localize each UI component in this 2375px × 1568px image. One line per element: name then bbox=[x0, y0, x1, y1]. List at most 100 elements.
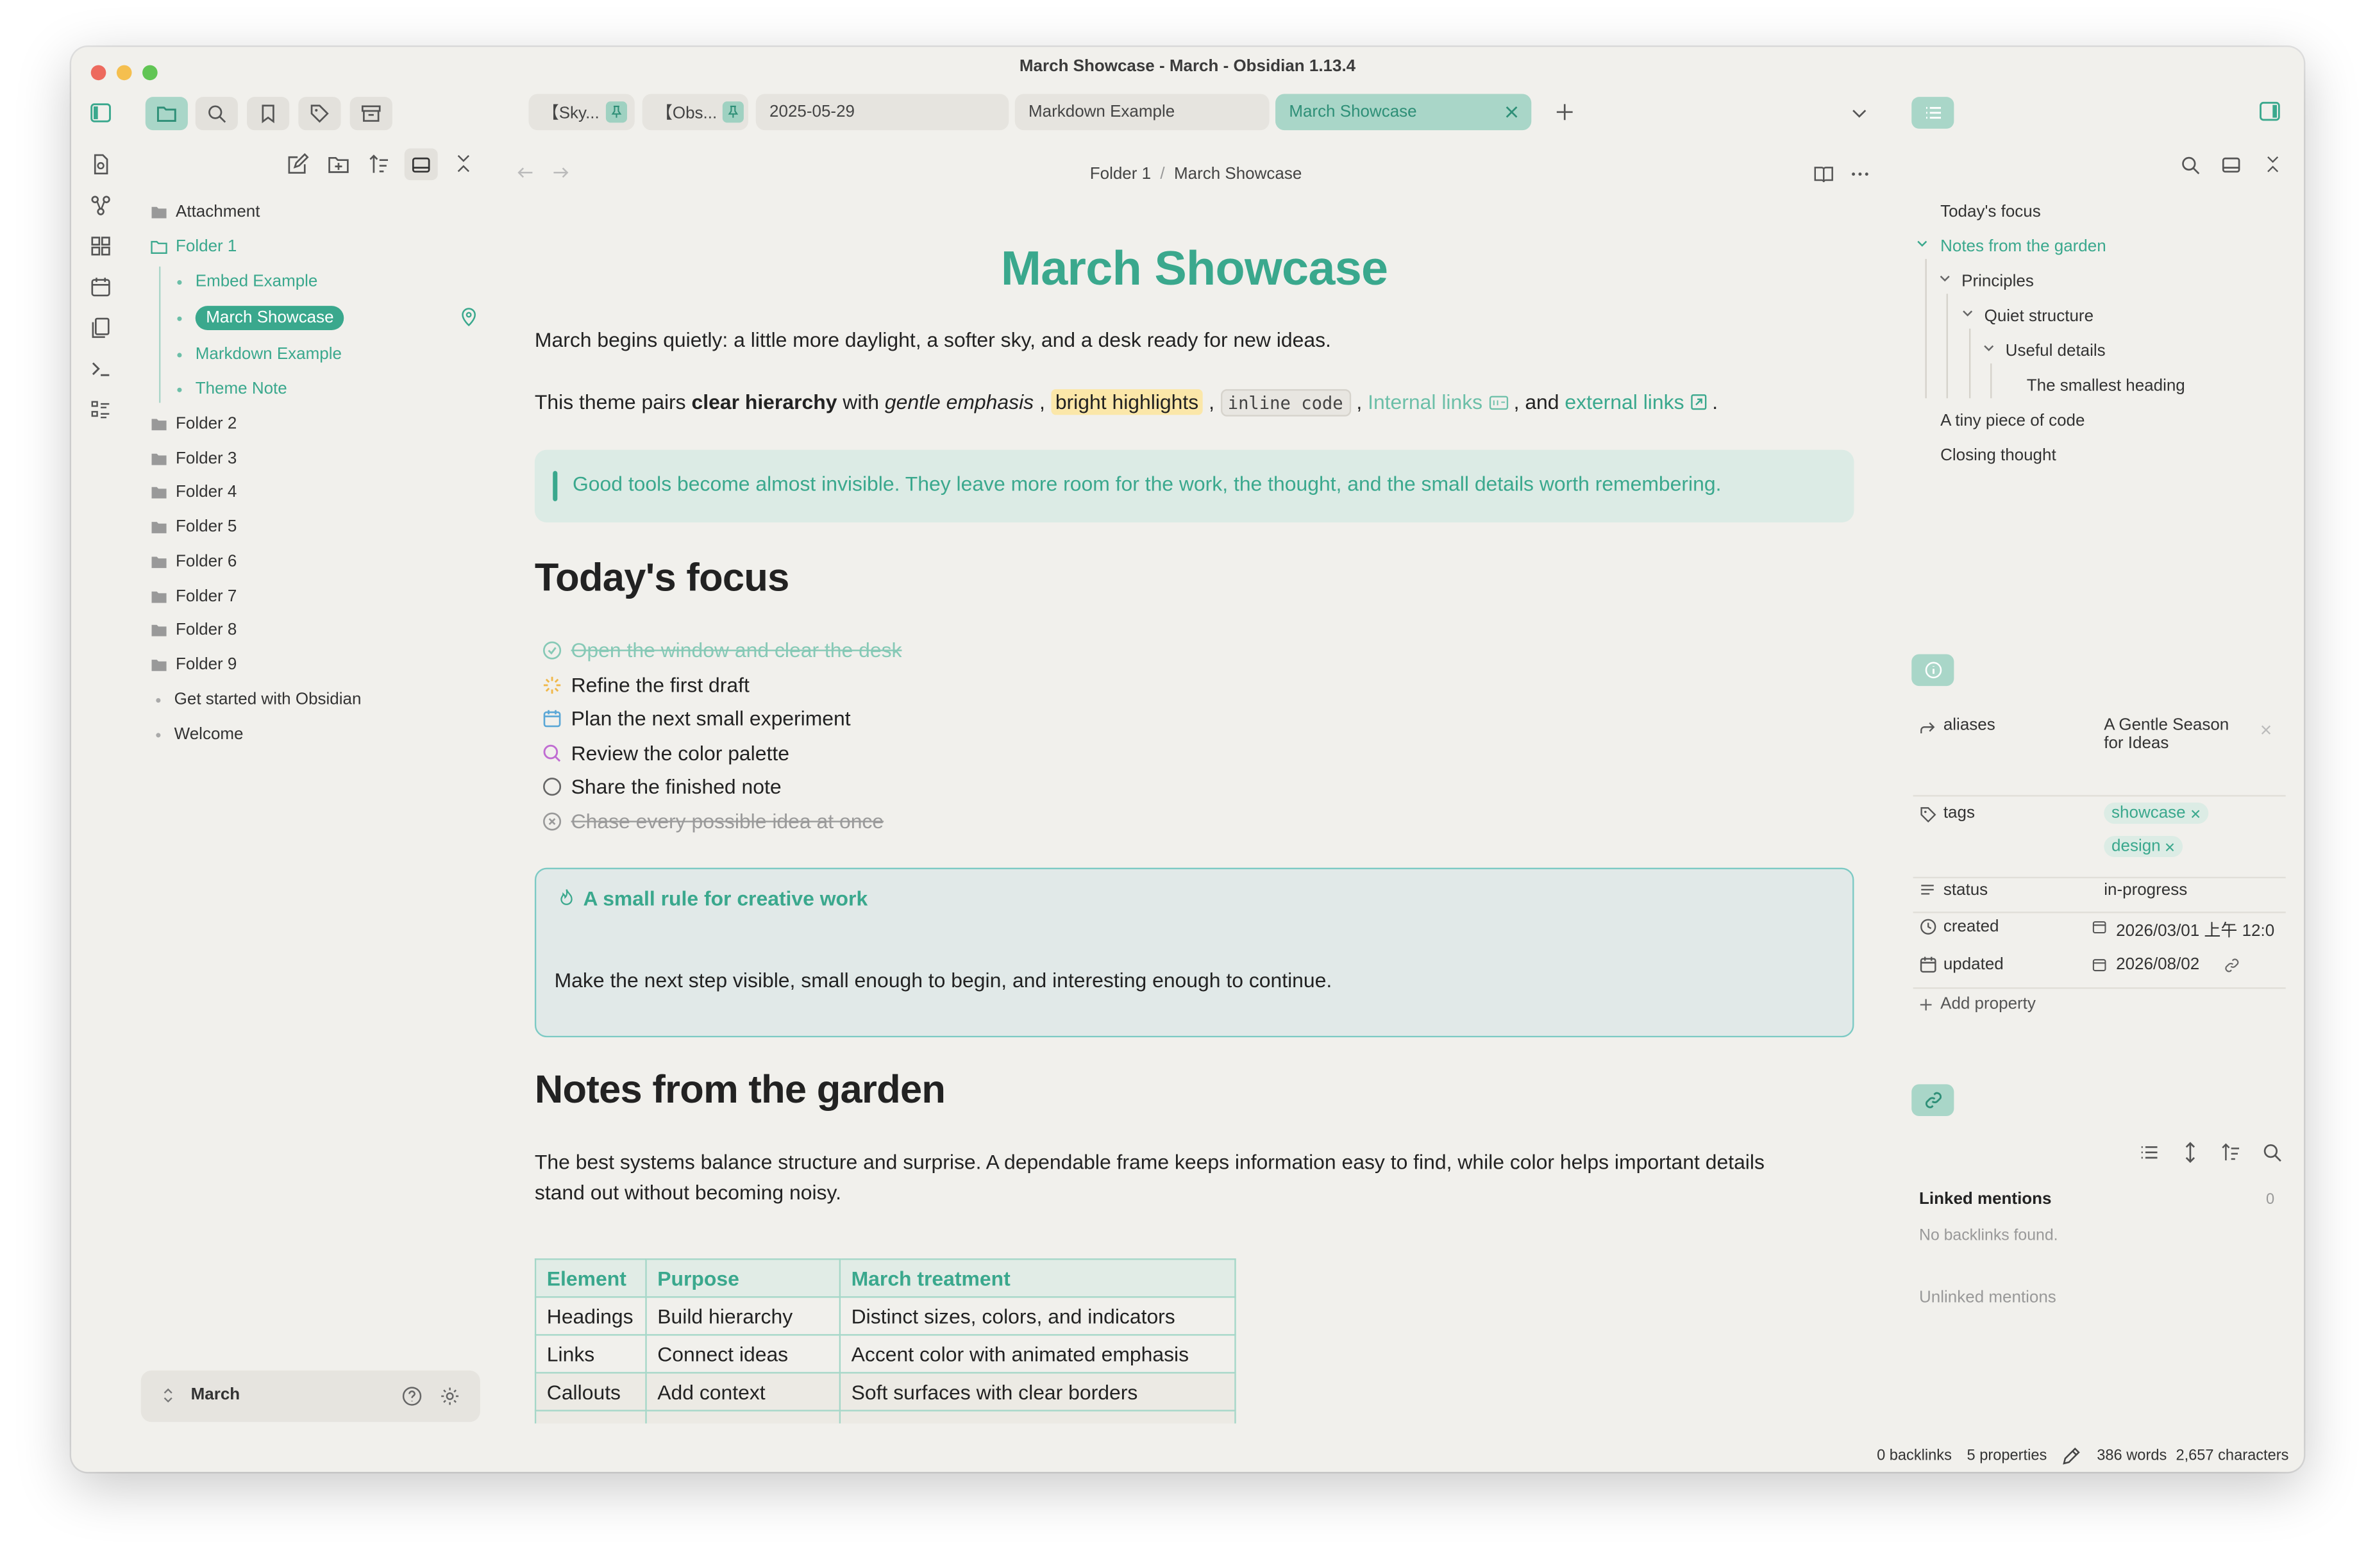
status-value[interactable]: in-progress bbox=[2104, 881, 2187, 899]
property-aliases[interactable]: aliases A Gentle Season for Ideas bbox=[1913, 716, 2286, 792]
property-updated[interactable]: updated 2026/08/02 bbox=[1913, 951, 2286, 985]
breadcrumb-folder[interactable]: Folder 1 bbox=[1090, 165, 1151, 183]
outline-item[interactable]: Closing thought bbox=[1940, 440, 2056, 471]
empty-checkbox-circle-icon[interactable] bbox=[542, 776, 562, 796]
check-circle-icon[interactable] bbox=[542, 640, 562, 660]
canvas-icon[interactable] bbox=[87, 231, 114, 259]
outline-item[interactable]: The smallest heading bbox=[2027, 371, 2185, 401]
back-arrow-icon[interactable] bbox=[517, 163, 538, 185]
chevron-down-icon[interactable] bbox=[1939, 272, 1951, 285]
task-item[interactable]: Open the window and clear the desk bbox=[542, 635, 902, 665]
outline-search-icon[interactable] bbox=[2179, 154, 2202, 177]
chevron-down-icon[interactable] bbox=[1961, 308, 1974, 320]
pin-icon[interactable] bbox=[723, 101, 744, 123]
tree-folder[interactable]: Folder 6 bbox=[150, 547, 237, 577]
backlinks-tab-button[interactable] bbox=[1911, 1084, 1954, 1117]
outline-tab-button[interactable] bbox=[1911, 97, 1954, 129]
tree-file-welcome[interactable]: Welcome bbox=[156, 719, 244, 749]
outline-collapse-all-icon[interactable] bbox=[2263, 154, 2285, 177]
sort-icon[interactable] bbox=[368, 153, 392, 178]
cancelled-x-circle-icon[interactable] bbox=[542, 811, 562, 831]
scheduled-calendar-icon[interactable] bbox=[542, 708, 562, 728]
tree-folder[interactable]: Folder 7 bbox=[150, 581, 237, 612]
tag-chip[interactable]: showcase bbox=[2104, 803, 2209, 824]
tab-markdown-example[interactable]: Markdown Example bbox=[1014, 94, 1270, 131]
outline-item[interactable]: Quiet structure bbox=[1985, 301, 2094, 331]
outline-item[interactable]: Principles bbox=[1961, 267, 2034, 297]
tab-list-chevron-down-icon[interactable] bbox=[1849, 103, 1874, 128]
vault-switcher[interactable]: March bbox=[140, 1370, 480, 1422]
tree-folder[interactable]: Folder 5 bbox=[150, 512, 237, 542]
link-icon[interactable] bbox=[2224, 957, 2240, 974]
add-property-button[interactable]: Add property bbox=[1919, 995, 2036, 1013]
unlinked-mentions-header[interactable]: Unlinked mentions bbox=[1919, 1289, 2056, 1306]
task-item[interactable]: Refine the first draft bbox=[542, 669, 750, 699]
tree-folder[interactable]: Folder 4 bbox=[150, 477, 237, 507]
tab-sky[interactable]: 【Sky... bbox=[528, 94, 635, 131]
show-more-context-icon[interactable] bbox=[2139, 1142, 2161, 1164]
command-palette-icon[interactable] bbox=[87, 354, 114, 382]
in-progress-sparkle-icon[interactable] bbox=[542, 674, 562, 694]
linked-mentions-header[interactable]: Linked mentions bbox=[1919, 1190, 2051, 1208]
file-explorer-tab-button[interactable] bbox=[145, 97, 188, 131]
internal-link[interactable]: Internal links bbox=[1368, 390, 1508, 413]
bookmarks-tab-button[interactable] bbox=[247, 97, 290, 131]
tags-tab-button[interactable] bbox=[298, 97, 341, 131]
review-search-icon[interactable] bbox=[542, 743, 562, 763]
status-backlinks[interactable]: 0 backlinks bbox=[1877, 1447, 1952, 1464]
outline-item[interactable]: Today's focus bbox=[1940, 197, 2041, 227]
tree-file-get-started[interactable]: Get started with Obsidian bbox=[156, 685, 361, 715]
property-created[interactable]: created 2026/03/01 上午 12:0 bbox=[1913, 913, 2286, 946]
settings-gear-icon[interactable] bbox=[439, 1386, 460, 1407]
tree-folder-attachment[interactable]: Attachment bbox=[150, 197, 260, 227]
property-status[interactable]: status in-progress bbox=[1913, 875, 2286, 908]
pin-icon[interactable] bbox=[605, 101, 627, 123]
external-link[interactable]: external links bbox=[1565, 390, 1706, 413]
tree-folder[interactable]: Folder 3 bbox=[150, 444, 237, 474]
tree-file-march-showcase[interactable]: March Showcase bbox=[177, 303, 345, 333]
backlink-search-icon[interactable] bbox=[2262, 1142, 2284, 1164]
tree-folder[interactable]: Folder 2 bbox=[150, 409, 237, 439]
daily-note-calendar-icon[interactable] bbox=[87, 272, 114, 300]
toggle-left-sidebar-icon[interactable] bbox=[87, 99, 114, 126]
collapse-view-icon[interactable] bbox=[404, 148, 438, 181]
tab-march-showcase[interactable]: March Showcase bbox=[1275, 94, 1532, 131]
close-tab-icon[interactable] bbox=[1504, 104, 1520, 120]
chevron-down-icon[interactable] bbox=[1916, 238, 1928, 250]
created-value[interactable]: 2026/03/01 上午 12:0 bbox=[2116, 918, 2286, 942]
outline-item[interactable]: Notes from the garden bbox=[1940, 231, 2106, 262]
remove-x-icon[interactable] bbox=[2260, 724, 2272, 736]
new-note-icon[interactable] bbox=[286, 153, 310, 178]
open-quick-switcher-icon[interactable] bbox=[87, 150, 114, 178]
new-folder-icon[interactable] bbox=[327, 153, 351, 178]
tree-folder[interactable]: Folder 8 bbox=[150, 615, 237, 645]
updated-value[interactable]: 2026/08/02 bbox=[2116, 956, 2199, 974]
tab-2025-05-29[interactable]: 2025-05-29 bbox=[755, 94, 1009, 131]
reading-view-book-icon[interactable] bbox=[1813, 163, 1838, 188]
outline-item[interactable]: A tiny piece of code bbox=[1940, 406, 2085, 436]
location-pin-icon[interactable] bbox=[459, 308, 480, 329]
task-item[interactable]: Review the color palette bbox=[542, 737, 789, 767]
alias-value[interactable]: A Gentle Season for Ideas bbox=[2104, 716, 2229, 753]
task-item[interactable]: Plan the next small experiment bbox=[542, 703, 851, 733]
status-properties[interactable]: 5 properties bbox=[1967, 1447, 2047, 1464]
sort-icon[interactable] bbox=[2220, 1142, 2243, 1164]
more-options-icon[interactable] bbox=[1849, 163, 1874, 188]
property-tags[interactable]: tags showcase design bbox=[1913, 803, 2286, 872]
chevron-down-icon[interactable] bbox=[1983, 342, 1995, 354]
graph-view-icon[interactable] bbox=[87, 191, 114, 219]
properties-tab-button[interactable] bbox=[1911, 654, 1954, 687]
tree-folder-1[interactable]: Folder 1 bbox=[150, 231, 237, 262]
task-item[interactable]: Chase every possible idea at once bbox=[542, 806, 884, 836]
expand-vertical-icon[interactable] bbox=[2179, 1142, 2202, 1164]
tab-obs[interactable]: 【Obs... bbox=[642, 94, 748, 131]
help-icon[interactable] bbox=[401, 1386, 423, 1407]
task-item[interactable]: Share the finished note bbox=[542, 771, 782, 801]
templates-icon[interactable] bbox=[87, 313, 114, 341]
search-tab-button[interactable] bbox=[195, 97, 238, 131]
tree-file-embed-example[interactable]: Embed Example bbox=[177, 267, 317, 297]
outline-list-icon[interactable] bbox=[87, 396, 114, 423]
tree-folder[interactable]: Folder 9 bbox=[150, 649, 237, 680]
outline-collapse-view-icon[interactable] bbox=[2220, 154, 2243, 177]
new-tab-plus-icon[interactable] bbox=[1554, 101, 1579, 126]
